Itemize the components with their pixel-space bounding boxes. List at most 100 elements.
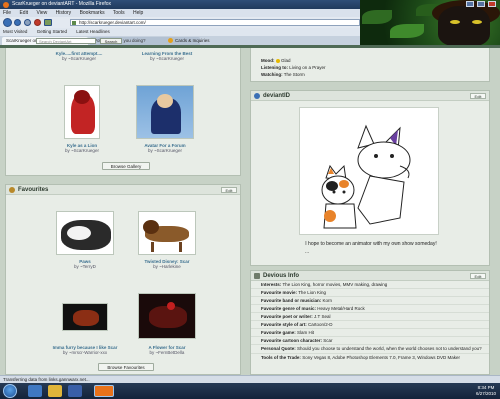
minimize-button[interactable] (466, 1, 474, 7)
devious-info-title: Devious Info (263, 273, 300, 279)
thumb-imma-furry[interactable] (62, 303, 108, 331)
info-value: Korn (322, 298, 333, 303)
forward-icon[interactable] (14, 19, 21, 26)
menu-history[interactable]: History (56, 10, 72, 16)
url-text: http://scarkrueger.deviantart.com/ (79, 20, 146, 25)
back-icon[interactable] (3, 18, 12, 27)
favourite-twisted-disney[interactable]: Twisted Disney: Scar by ~Harlekine (132, 259, 202, 269)
info-label: Tools of the Trade: (261, 354, 301, 360)
gallery-item-author: by ~ScarKrueger (148, 148, 182, 153)
thumb-twisted-disney-scar[interactable] (138, 211, 196, 255)
info-value: Sony Vegas 8, Adobe Photoshop Elements 7… (302, 354, 461, 360)
start-button[interactable] (3, 384, 17, 398)
favourite-author: by ~FernBetDella (149, 350, 185, 355)
da-search-placeholder: Search DeviantArt (39, 39, 72, 44)
deviantid-panel: deviantID Edit I hope to become an anima… (250, 90, 490, 266)
info-value: Slam Hit (297, 330, 315, 335)
da-search-button-label: Search (104, 39, 118, 44)
menu-edit[interactable]: Edit (19, 10, 28, 16)
favourite-imma-furry[interactable]: Imma furry because I like Scar by ~mrscr… (50, 345, 120, 355)
bookmark-most-visited[interactable]: Most Visited (3, 29, 27, 34)
favourite-paws[interactable]: Paws by ~TerryD (50, 259, 120, 269)
jungle-villain-artwork (360, 0, 500, 48)
gallery-item-kyle-first[interactable]: Kyle.....first attempt.... by ~ScarKrueg… (44, 51, 114, 61)
dog-cat-drawing (321, 124, 411, 229)
mood-label: Mood: (261, 58, 275, 63)
ie-taskbar-icon[interactable] (28, 385, 42, 397)
thumb-avatar-forum[interactable] (136, 85, 194, 139)
gallery-panel: Kyle.....first attempt.... by ~ScarKrueg… (5, 48, 241, 176)
info-row-movie: Favourite movie: The Lion King (251, 289, 489, 297)
thumb-kyle-lion[interactable] (64, 85, 100, 139)
favourite-flower-for-scar[interactable]: A Flower for Scar by ~FernBetDella (132, 345, 202, 355)
devious-info-panel: Devious Info Edit Interests: The Lion Ki… (250, 270, 490, 375)
close-button[interactable] (488, 1, 496, 7)
info-row-genre: Favourite genre of music: Heavy Metal/Ha… (251, 305, 489, 313)
maximize-button[interactable] (477, 1, 485, 7)
thumb-paws[interactable] (56, 211, 114, 255)
media-player-taskbar-icon[interactable] (68, 385, 82, 397)
favourites-header: Favourites Edit (6, 185, 240, 195)
browse-favourites-label: Browse Favourites (107, 365, 145, 370)
menu-bookmarks[interactable]: Bookmarks (80, 10, 105, 16)
deviantid-edit-button[interactable]: Edit (470, 93, 486, 99)
info-label: Favourite band or musician: (261, 298, 322, 303)
gallery-item-avatar[interactable]: Avatar For a Forum by ~ScarKrueger (130, 143, 200, 153)
window-title: ScarKrueger on deviantART - Mozilla Fire… (12, 1, 112, 7)
url-bar[interactable]: http://scarkrueger.deviantart.com/ (70, 19, 360, 26)
firefox-taskbar-icon[interactable] (94, 385, 114, 397)
gallery-item-learning[interactable]: Learning From the Best by ~ScarKrueger (132, 51, 202, 61)
menu-help[interactable]: Help (133, 10, 143, 16)
page-content: Kyle.....first attempt.... by ~ScarKrueg… (0, 48, 500, 375)
deviantid-header: deviantID Edit (251, 91, 489, 101)
info-value: The Lion King, horror movies, MMV making… (282, 282, 388, 287)
devious-info-icon (254, 273, 260, 279)
mood-row: Mood: Glad (251, 48, 489, 64)
menu-view[interactable]: View (36, 10, 47, 16)
da-search-button[interactable]: Search (100, 38, 122, 44)
menu-file[interactable]: File (3, 10, 11, 16)
info-row-art-style: Favourite style of art: Cartoon/2-D (251, 321, 489, 329)
info-row-interests: Interests: The Lion King, horror movies,… (251, 281, 489, 289)
da-search-input[interactable]: Search DeviantArt (36, 38, 96, 44)
favourites-icon (9, 187, 15, 193)
cards-inquiries-link[interactable]: Cards & Inquiries (168, 38, 210, 44)
info-row-writer: Favourite poet or writer: J.T Seal (251, 313, 489, 321)
favourite-author: by ~mrscr-Warrior-xxx (62, 350, 108, 355)
system-clock[interactable]: 8:34 PM 6/27/2010 (476, 385, 496, 397)
info-row-cartoon: Favourite cartoon character: Scar (251, 337, 489, 345)
gallery-item-kyle-lion[interactable]: Kyle as a Lion by ~ScarKrueger (47, 143, 117, 153)
watching-row: Watching: The Storm (251, 71, 489, 78)
watching-value: The Storm (283, 72, 305, 77)
stop-icon[interactable] (34, 19, 41, 26)
devious-info-edit-button[interactable]: Edit (470, 273, 486, 279)
listening-value: Living on a Prayer (289, 65, 326, 70)
info-row-band: Favourite band or musician: Korn (251, 297, 489, 305)
about-panel: Mood: Glad Listening to: Living on a Pra… (250, 48, 490, 82)
deviantid-more: ... (305, 249, 309, 255)
info-value: J.T Seal (314, 314, 331, 319)
info-value: Scar (323, 338, 333, 343)
browse-gallery-button[interactable]: Browse Gallery (102, 162, 150, 170)
menu-tools[interactable]: Tools (113, 10, 125, 16)
info-label: Favourite game: (261, 330, 296, 335)
explorer-taskbar-icon[interactable] (48, 385, 62, 397)
window-controls (466, 1, 496, 7)
cards-label: Cards & Inquiries (175, 38, 210, 43)
gallery-item-author: by ~ScarKrueger (150, 56, 184, 61)
thumb-flower-for-scar[interactable] (138, 293, 196, 339)
browser-status-bar: Transferring data from links.gannwarx.ne… (0, 375, 500, 383)
bookmark-getting-started[interactable]: Getting Started (37, 29, 67, 34)
favourites-title: Favourites (18, 187, 49, 193)
edit-label: Edit (474, 274, 482, 279)
mood-icon (275, 58, 280, 63)
home-icon[interactable] (44, 19, 52, 26)
info-label: Favourite poet or writer: (261, 314, 313, 319)
bookmark-latest-headlines[interactable]: Latest Headlines (76, 29, 110, 34)
favourites-edit-button[interactable]: Edit (221, 187, 237, 193)
mood-value: Glad (281, 58, 291, 63)
reload-icon[interactable] (24, 19, 31, 26)
info-label: Favourite genre of music: (261, 306, 317, 311)
browse-favourites-button[interactable]: Browse Favourites (98, 363, 154, 371)
gallery-item-author: by ~ScarKrueger (65, 148, 99, 153)
